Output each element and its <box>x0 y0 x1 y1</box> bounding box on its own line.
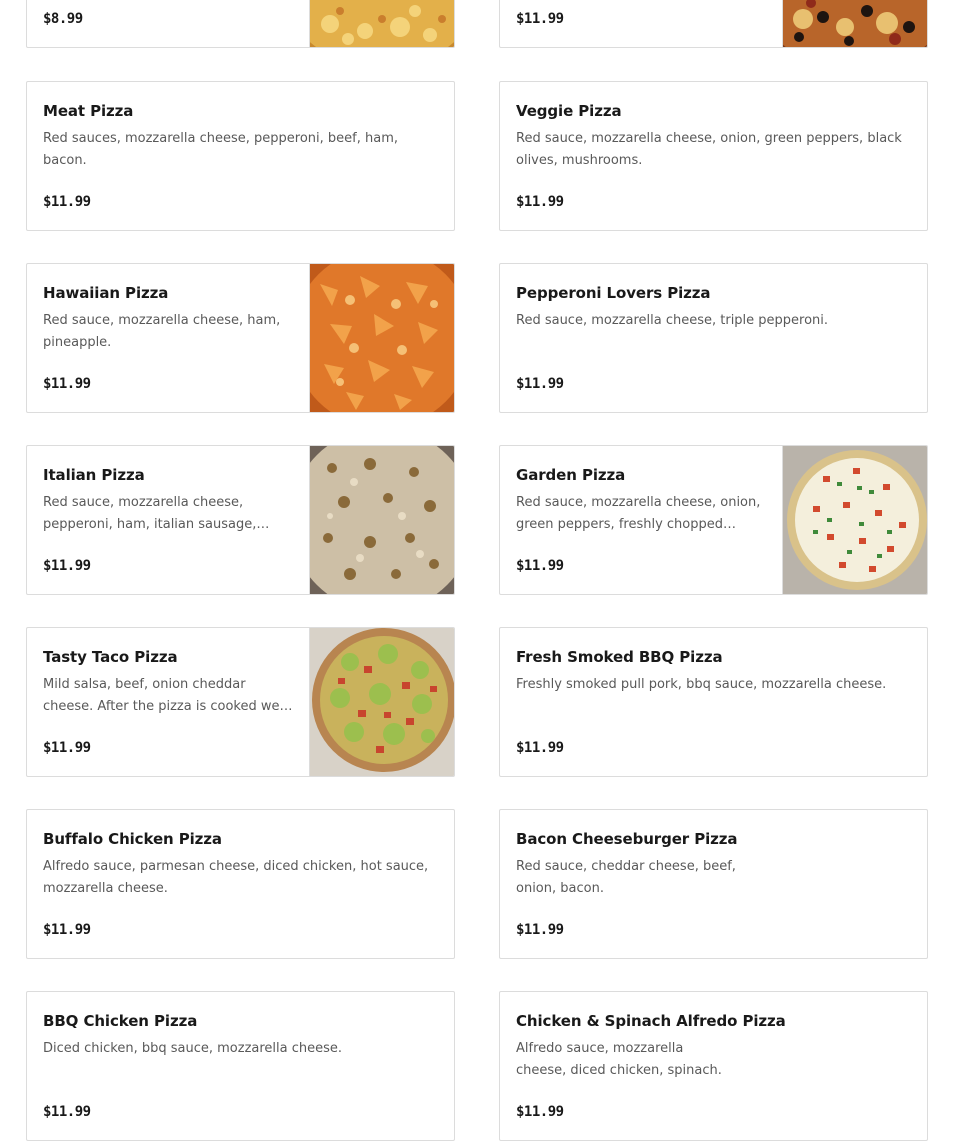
menu-item-card[interactable]: Meat Pizza Red sauces, mozzarella cheese… <box>26 81 455 231</box>
italian-pizza-photo <box>309 446 454 594</box>
item-price: $11.99 <box>43 922 91 938</box>
item-description: Alfredo sauce, parmesan cheese, diced ch… <box>43 859 429 896</box>
item-price: $11.99 <box>516 922 564 938</box>
item-name: Fresh Smoked BBQ Pizza <box>516 648 723 666</box>
item-price: $11.99 <box>516 11 564 27</box>
menu-item-card[interactable]: $11.99 <box>499 0 928 48</box>
item-description: Red sauce, mozzarella cheese, onion, gre… <box>516 495 761 532</box>
item-description: Red sauce, cheddar cheese, beef, onion, … <box>516 859 736 896</box>
menu-item-card[interactable]: Tasty Taco Pizza Mild salsa, beef, onion… <box>26 627 455 777</box>
item-price: $11.99 <box>516 740 564 756</box>
menu-item-card[interactable]: Garden Pizza Red sauce, mozzarella chees… <box>499 445 928 595</box>
cheese-pizza-photo <box>309 0 454 47</box>
item-description: Diced chicken, bbq sauce, mozzarella che… <box>43 1041 343 1056</box>
item-name: Pepperoni Lovers Pizza <box>516 284 711 302</box>
menu-item-card[interactable]: Buffalo Chicken Pizza Alfredo sauce, par… <box>26 809 455 959</box>
menu-item-card[interactable]: Fresh Smoked BBQ Pizza Freshly smoked pu… <box>499 627 928 777</box>
item-price: $11.99 <box>516 558 564 574</box>
item-price: $11.99 <box>516 194 564 210</box>
menu-item-card[interactable]: Hawaiian Pizza Red sauce, mozzarella che… <box>26 263 455 413</box>
item-name: Italian Pizza <box>43 466 145 484</box>
item-name: Hawaiian Pizza <box>43 284 169 302</box>
garden-pizza-photo <box>782 446 927 594</box>
item-price: $11.99 <box>43 194 91 210</box>
item-description: Red sauce, mozzarella cheese, ham, pinea… <box>43 313 281 350</box>
item-price: $11.99 <box>43 1104 91 1120</box>
supreme-pizza-photo <box>782 0 927 47</box>
item-price: $8.99 <box>43 11 83 27</box>
item-description: Freshly smoked pull pork, bbq sauce, moz… <box>516 677 887 692</box>
item-price: $11.99 <box>43 376 91 392</box>
item-name: Buffalo Chicken Pizza <box>43 830 222 848</box>
item-price: $11.99 <box>516 376 564 392</box>
item-description: Mild salsa, beef, onion cheddar cheese. … <box>43 677 280 714</box>
item-description: Red sauces, mozzarella cheese, pepperoni… <box>43 131 398 168</box>
item-description: Red sauce, mozzarella cheese, pepperoni,… <box>43 495 257 532</box>
item-description: Red sauce, mozzarella cheese, onion, gre… <box>516 131 902 168</box>
item-price: $11.99 <box>43 740 91 756</box>
item-price: $11.99 <box>516 1104 564 1120</box>
item-name: Bacon Cheeseburger Pizza <box>516 830 738 848</box>
item-name: Garden Pizza <box>516 466 626 484</box>
menu-item-card[interactable]: Italian Pizza Red sauce, mozzarella chee… <box>26 445 455 595</box>
item-name: Tasty Taco Pizza <box>43 648 178 666</box>
item-name: Veggie Pizza <box>516 102 622 120</box>
menu-item-card[interactable]: $8.99 <box>26 0 455 48</box>
item-description: Red sauce, mozzarella cheese, triple pep… <box>516 313 829 328</box>
menu-item-card[interactable]: Pepperoni Lovers Pizza Red sauce, mozzar… <box>499 263 928 413</box>
item-name: Chicken & Spinach Alfredo Pizza <box>516 1012 786 1030</box>
taco-pizza-photo <box>309 628 454 776</box>
menu-item-card[interactable]: Bacon Cheeseburger Pizza Red sauce, ched… <box>499 809 928 959</box>
item-description: Alfredo sauce, mozzarella cheese, diced … <box>516 1041 722 1078</box>
item-name: BBQ Chicken Pizza <box>43 1012 198 1030</box>
hawaiian-pizza-photo <box>309 264 454 412</box>
item-name: Meat Pizza <box>43 102 134 120</box>
item-price: $11.99 <box>43 558 91 574</box>
menu-item-card[interactable]: Veggie Pizza Red sauce, mozzarella chees… <box>499 81 928 231</box>
